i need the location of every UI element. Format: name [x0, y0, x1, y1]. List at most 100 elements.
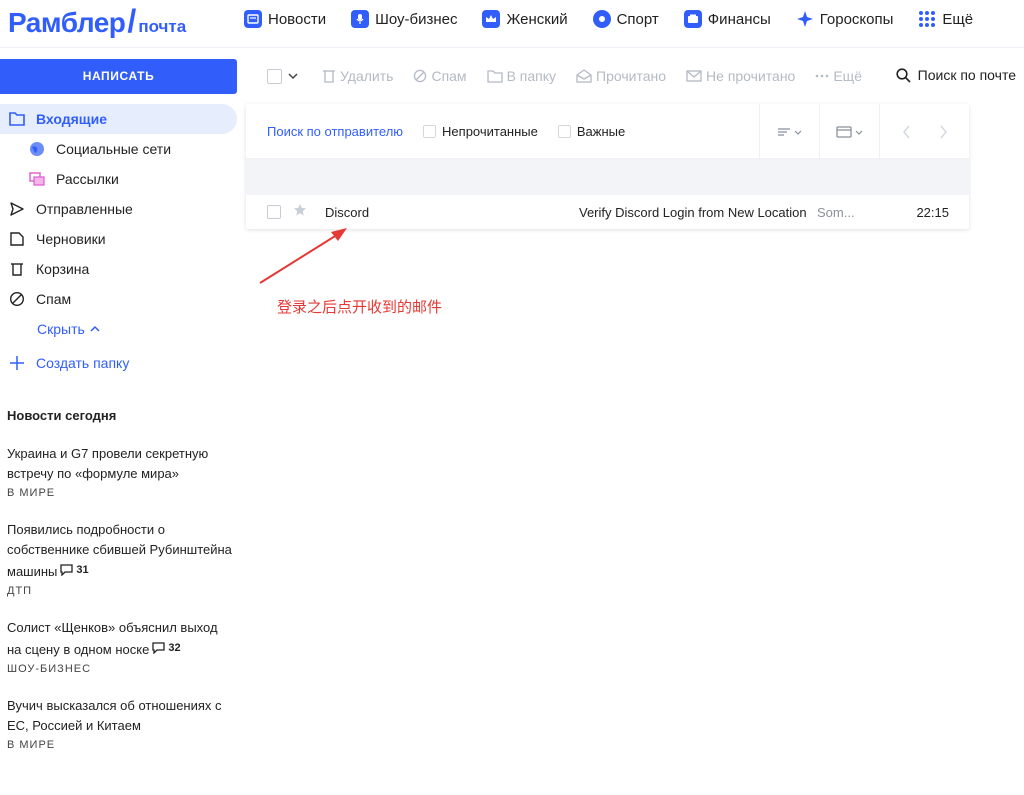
topnav-label: Новости: [268, 10, 327, 28]
topnav-label: Женский: [506, 10, 568, 28]
folder-label: Черновики: [36, 231, 106, 247]
chevron-up-icon: [90, 325, 100, 333]
chevron-down-icon[interactable]: [288, 72, 298, 80]
spam-button[interactable]: Спам: [413, 68, 467, 84]
topnav-women[interactable]: Женский: [482, 10, 568, 28]
search-label: Поиск по почте: [917, 67, 1016, 83]
folder-drafts[interactable]: Черновики: [0, 224, 237, 254]
folder-trash[interactable]: Корзина: [0, 254, 237, 284]
trash-icon: [8, 260, 26, 278]
spam-label: Спам: [431, 68, 467, 84]
topnav-more[interactable]: Ещё: [918, 10, 973, 28]
news-category: В МИРЕ: [7, 487, 56, 499]
folder-sent[interactable]: Отправленные: [0, 194, 237, 224]
comment-icon: [152, 642, 165, 654]
mail-row-checkbox[interactable]: [267, 205, 281, 219]
comment-icon: [60, 564, 74, 576]
mailing-icon: [28, 170, 46, 188]
unread-filter-label: Непрочитанные: [442, 123, 538, 139]
top-navigation: Новости Шоу-бизнес Женский Спорт Финансы: [244, 10, 973, 28]
topnav-news[interactable]: Новости: [244, 10, 326, 28]
send-icon: [8, 200, 26, 218]
logo-sub-text: почта: [138, 17, 187, 36]
rambler-mail-logo[interactable]: Рамблер / почта: [8, 3, 186, 40]
topnav-label: Шоу-бизнес: [375, 10, 458, 28]
star-icon[interactable]: [293, 203, 307, 222]
important-filter-checkbox[interactable]: [557, 124, 571, 138]
plus-icon: [8, 354, 26, 372]
topnav-label: Гороскопы: [819, 10, 894, 28]
more-label: Ещё: [833, 68, 862, 84]
topnav-showbiz[interactable]: Шоу-бизнес: [351, 10, 457, 28]
folder-inbox[interactable]: Входящие: [0, 104, 237, 134]
news-item[interactable]: Солист «Щенков» объяснил выход на сцену …: [7, 618, 232, 675]
topnav-horoscopes[interactable]: Гороскопы: [796, 10, 894, 28]
move-label: В папку: [506, 68, 557, 84]
spam-icon: [8, 290, 26, 308]
delete-label: Удалить: [340, 68, 394, 84]
unread-filter[interactable]: Непрочитанные: [423, 124, 538, 139]
chevron-right-icon: [939, 125, 947, 138]
comment-count: 31: [60, 560, 89, 580]
mail-time: 22:15: [916, 204, 949, 220]
news-text-wrap[interactable]: Появились подробности о собственнике сби…: [7, 520, 232, 582]
chevron-left-icon: [902, 125, 910, 138]
move-to-folder-button[interactable]: В папку: [486, 68, 557, 84]
topnav-sport[interactable]: Спорт: [592, 10, 659, 28]
mail-list-panel: Поиск по отправителю Непрочитанные Важны…: [246, 104, 969, 229]
create-folder-button[interactable]: Создать папку: [0, 348, 237, 378]
select-all-checkbox[interactable]: [267, 68, 282, 84]
search-icon: [896, 67, 911, 83]
news-item[interactable]: Вучич высказался об отношениях с ЕС, Рос…: [7, 696, 232, 751]
topnav-label: Финансы: [707, 10, 771, 28]
folder-social[interactable]: Социальные сети: [0, 134, 237, 164]
news-item[interactable]: Украина и G7 провели секретную встречу п…: [7, 444, 232, 499]
globe-icon: [28, 140, 46, 158]
topnav-finance[interactable]: Финансы: [683, 10, 771, 28]
comment-count-value: 31: [76, 564, 89, 576]
important-filter[interactable]: Важные: [557, 123, 626, 139]
delete-button[interactable]: Удалить: [322, 68, 393, 84]
mark-read-button[interactable]: Прочитано: [576, 68, 666, 84]
news-text-wrap[interactable]: Солист «Щенков» объяснил выход на сцену …: [7, 618, 232, 660]
microphone-icon: [351, 10, 370, 28]
annotation-text: 登录之后点开收到的邮件: [277, 298, 443, 316]
news-category: ДТП: [7, 585, 33, 597]
hide-folders-toggle[interactable]: Скрыть: [0, 314, 237, 344]
comment-count: 32: [152, 638, 181, 658]
important-filter-label: Важные: [576, 123, 626, 139]
mail-sender: Discord: [325, 204, 370, 220]
mail-subject: Verify Discord Login from New Location: [579, 204, 807, 220]
mail-row[interactable]: Discord Verify Discord Login from New Lo…: [246, 195, 969, 229]
filter-bar: Поиск по отправителю Непрочитанные Важны…: [246, 104, 969, 159]
unread-filter-checkbox[interactable]: [423, 124, 437, 138]
folder-label: Рассылки: [56, 171, 119, 187]
mark-unread-button[interactable]: Не прочитано: [686, 68, 795, 84]
read-label: Прочитано: [596, 68, 667, 84]
hide-label: Скрыть: [37, 321, 85, 337]
pagination: [879, 104, 969, 159]
news-title: Новости сегодня: [7, 408, 117, 423]
open-envelope-icon: [576, 69, 592, 83]
view-mode-button[interactable]: [819, 104, 879, 159]
more-actions-button[interactable]: Ещё: [815, 68, 862, 84]
compose-button[interactable]: НАПИСАТЬ: [0, 59, 237, 94]
comment-count-value: 32: [168, 642, 181, 654]
envelope-icon: [686, 70, 702, 82]
spam-icon: [414, 69, 427, 83]
folder-label: Спам: [36, 291, 72, 307]
folder-label: Корзина: [36, 261, 90, 277]
sender-search-link[interactable]: Поиск по отправителю: [267, 124, 403, 139]
news-text[interactable]: Вучич высказался об отношениях с ЕС, Рос…: [7, 696, 232, 736]
folder-label: Отправленные: [36, 201, 133, 217]
news-text[interactable]: Украина и G7 провели секретную встречу п…: [7, 444, 232, 484]
trash-icon: [323, 70, 335, 83]
sort-button[interactable]: [759, 104, 819, 159]
logo-slash: /: [127, 3, 137, 39]
folder-list: Входящие Социальные сети Рассылки Отправ…: [0, 104, 237, 378]
folder-spam[interactable]: Спам: [0, 284, 237, 314]
folder-newsletters[interactable]: Рассылки: [0, 164, 237, 194]
news-icon: [244, 10, 262, 28]
mail-search-button[interactable]: Поиск по почте: [896, 67, 1016, 83]
news-item[interactable]: Появились подробности о собственнике сби…: [7, 520, 232, 597]
